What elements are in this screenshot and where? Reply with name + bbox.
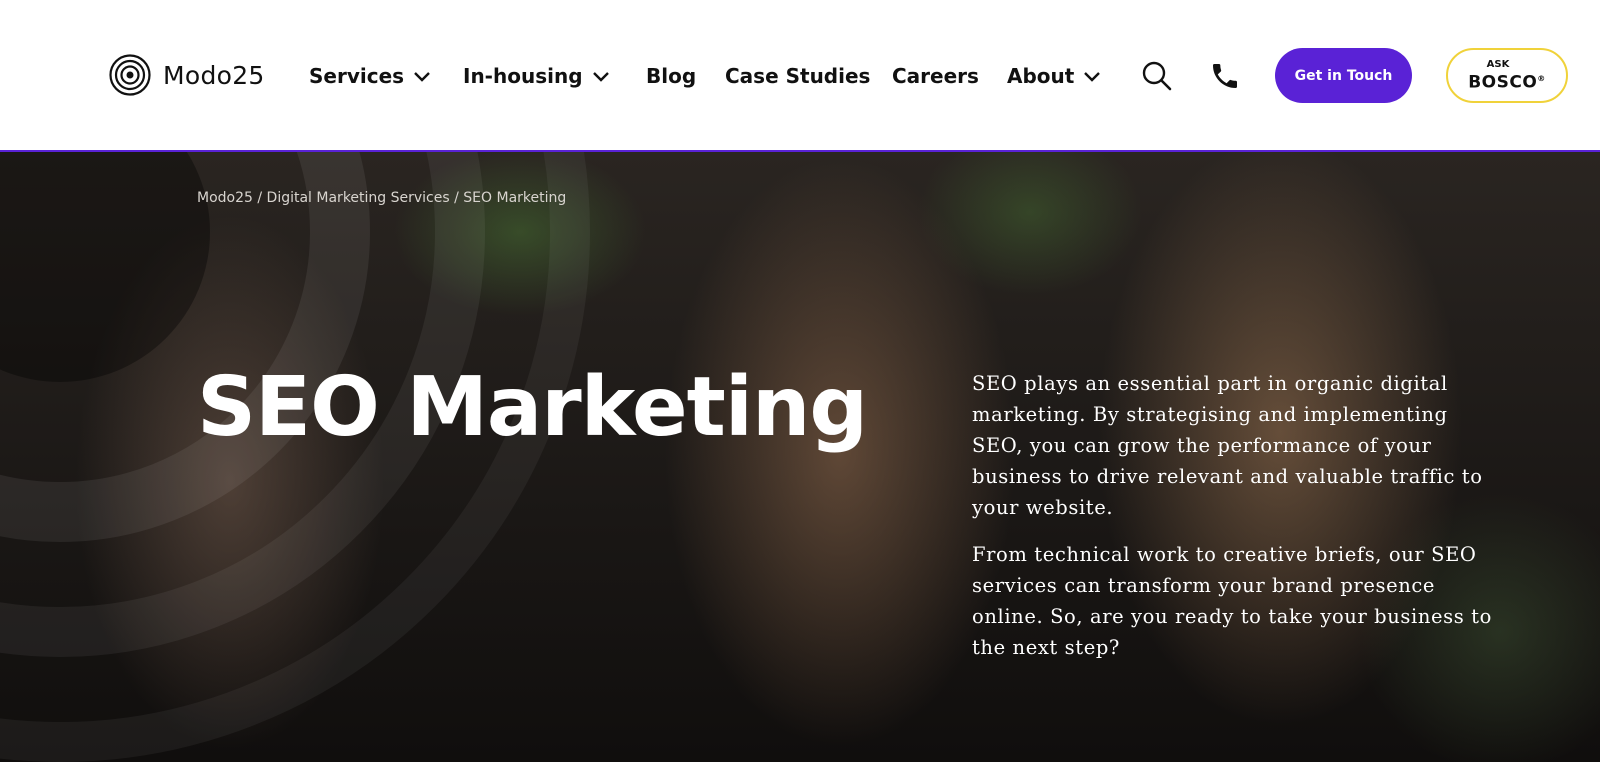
- search-button[interactable]: [1137, 56, 1177, 96]
- nav-careers[interactable]: Careers: [892, 62, 979, 90]
- breadcrumb-separator: /: [449, 190, 464, 206]
- search-icon: [1142, 61, 1172, 91]
- breadcrumb-home[interactable]: Modo25: [197, 190, 253, 206]
- hero-paragraph: SEO plays an essential part in organic d…: [972, 372, 1483, 519]
- bosco-ask-label: ASK: [1486, 58, 1510, 70]
- decorative-rings: [0, 152, 590, 762]
- bosco-name-label: BOSCO®: [1468, 70, 1546, 93]
- logo-rings-icon: [109, 54, 151, 96]
- hero-banner: Modo25 / Digital Marketing Services / SE…: [0, 152, 1600, 762]
- nav-blog[interactable]: Blog: [646, 62, 696, 90]
- chevron-down-icon: [592, 72, 609, 82]
- phone-button[interactable]: [1205, 56, 1245, 96]
- nav-in-housing-label: In-housing: [463, 64, 583, 88]
- chevron-down-icon: [414, 72, 430, 82]
- nav-case-studies-label: Case Studies: [725, 64, 871, 88]
- nav-case-studies[interactable]: Case Studies: [725, 62, 870, 90]
- phone-icon: [1213, 64, 1237, 88]
- ask-bosco-button[interactable]: ASK BOSCO®: [1446, 48, 1568, 103]
- get-in-touch-button[interactable]: Get in Touch: [1275, 48, 1412, 103]
- hero-description: SEO plays an essential part in organic d…: [972, 368, 1492, 679]
- nav-services-label: Services: [309, 64, 405, 88]
- breadcrumb-services[interactable]: Digital Marketing Services: [267, 190, 450, 206]
- nav-services[interactable]: Services: [309, 62, 431, 90]
- nav-about-label: About: [1007, 64, 1075, 88]
- breadcrumb-separator: /: [252, 190, 267, 206]
- bosco-registered-mark: ®: [1537, 73, 1546, 83]
- chevron-down-icon: [1084, 72, 1101, 82]
- nav-blog-label: Blog: [646, 64, 697, 88]
- breadcrumb: Modo25 / Digital Marketing Services / SE…: [197, 190, 566, 206]
- page-title: SEO Marketing: [197, 360, 868, 455]
- logo-text: Modo25: [163, 60, 265, 90]
- logo[interactable]: Modo25: [109, 54, 265, 96]
- nav-careers-label: Careers: [892, 64, 979, 88]
- bosco-name-text: BOSCO: [1468, 72, 1538, 93]
- hero-paragraph: From technical work to creative briefs, …: [972, 543, 1492, 659]
- nav-in-housing[interactable]: In-housing: [463, 62, 610, 90]
- site-header: Modo25 Services In-housing Blog Case Stu…: [0, 0, 1600, 152]
- nav-about[interactable]: About: [1007, 62, 1101, 90]
- breadcrumb-current: SEO Marketing: [463, 190, 567, 206]
